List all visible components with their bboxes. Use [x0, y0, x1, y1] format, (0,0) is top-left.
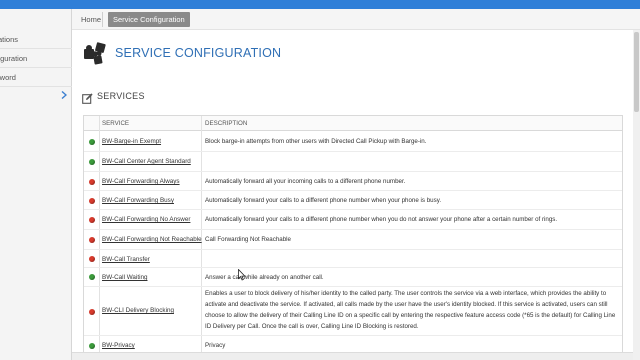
service-description: Privacy: [205, 342, 226, 349]
status-indicator: [89, 159, 95, 165]
table-row: BW-Call Forwarding Busy Automatically fo…: [84, 191, 622, 210]
sidebar-item-configuration[interactable]: onfiguration: [0, 49, 72, 68]
service-link[interactable]: BW-Call Transfer: [102, 256, 150, 264]
horizontal-scrollbar[interactable]: [72, 352, 633, 360]
vertical-scrollbar[interactable]: [633, 30, 640, 360]
status-indicator: [89, 343, 95, 349]
service-link[interactable]: BW-Barge-in Exempt: [102, 138, 161, 146]
column-header-service[interactable]: SERVICE: [102, 116, 129, 131]
scrollbar-thumb[interactable]: [634, 32, 639, 112]
service-link[interactable]: BW-Call Forwarding Busy: [102, 197, 174, 205]
top-bar: [0, 0, 640, 9]
table-row: BW-Barge-in Exempt Block barge-in attemp…: [84, 132, 622, 152]
table-row: BW-Call Center Agent Standard: [84, 152, 622, 172]
sidebar-item-label: assword: [0, 73, 16, 82]
table-header: SERVICE DESCRIPTION: [84, 116, 622, 131]
service-description: Automatically forward all your incoming …: [205, 178, 406, 185]
table-row: BW-Call Forwarding Not Reachable Call Fo…: [84, 230, 622, 250]
sidebar-item-password[interactable]: assword: [0, 68, 72, 87]
service-link[interactable]: BW-Call Forwarding No Answer: [102, 216, 190, 224]
breadcrumb-divider: [102, 12, 103, 27]
breadcrumb: Home Service Configuration: [72, 9, 640, 30]
service-description: Enables a user to block delivery of his/…: [205, 290, 616, 330]
service-link[interactable]: BW-CLI Delivery Blocking: [102, 307, 174, 315]
table-row: BW-CLI Delivery Blocking Enables a user …: [84, 287, 622, 336]
table-row: BW-Call Waiting Answer a call while alre…: [84, 268, 622, 287]
service-link[interactable]: BW-Call Forwarding Not Reachable: [102, 236, 202, 244]
service-description: Automatically forward your calls to a di…: [205, 216, 558, 223]
section-title: SERVICES: [97, 91, 145, 101]
sidebar-item-label: istrations: [0, 35, 19, 44]
service-description: Answer a call while already on another c…: [205, 274, 324, 281]
status-indicator: [89, 237, 95, 243]
service-link[interactable]: BW-Call Forwarding Always: [102, 178, 180, 186]
service-link[interactable]: BW-Privacy: [102, 342, 135, 350]
service-description: Automatically forward your calls to a di…: [205, 197, 442, 204]
breadcrumb-current[interactable]: Service Configuration: [108, 12, 190, 27]
breadcrumb-home-link[interactable]: Home: [77, 13, 105, 26]
sidebar: istrations onfiguration assword: [0, 9, 72, 360]
status-indicator: [89, 256, 95, 262]
status-indicator: [89, 179, 95, 185]
puzzle-icon: [82, 40, 108, 66]
sidebar-item-label: onfiguration: [0, 54, 28, 63]
mouse-pointer-icon: [238, 268, 246, 281]
status-indicator: [89, 274, 95, 280]
table-row: BW-Call Forwarding Always Automatically …: [84, 172, 622, 191]
status-indicator: [89, 198, 95, 204]
services-table: SERVICE DESCRIPTION BW-Barge-in Exempt B…: [83, 115, 623, 360]
service-link[interactable]: BW-Call Center Agent Standard: [102, 158, 191, 166]
status-indicator: [89, 139, 95, 145]
service-description: Call Forwarding Not Reachable: [205, 236, 291, 243]
status-indicator: [89, 217, 95, 223]
status-indicator: [89, 309, 95, 315]
table-row: BW-Call Forwarding No Answer Automatical…: [84, 210, 622, 230]
edit-icon: [82, 91, 93, 104]
service-description: Block barge-in attempts from other users…: [205, 138, 427, 145]
chevron-right-icon[interactable]: [56, 87, 72, 103]
column-header-description[interactable]: DESCRIPTION: [205, 116, 247, 131]
service-link[interactable]: BW-Call Waiting: [102, 274, 148, 282]
table-row: BW-Call Transfer: [84, 250, 622, 268]
page-title: SERVICE CONFIGURATION: [115, 46, 282, 60]
sidebar-item-registrations[interactable]: istrations: [0, 30, 72, 49]
